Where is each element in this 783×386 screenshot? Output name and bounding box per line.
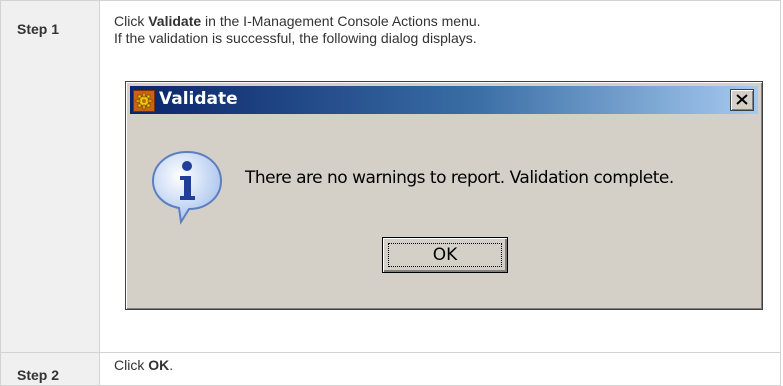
validate-keyword: Validate (148, 13, 202, 29)
step-label-cell: Step 2 (0, 352, 100, 386)
info-icon (151, 150, 223, 225)
step-row-1: Step 1 Click Validate in the I-Managemen… (0, 0, 781, 353)
steps-table: Step 1 Click Validate in the I-Managemen… (0, 0, 781, 386)
step-row-2: Step 2 Click OK. (0, 352, 781, 386)
validate-dialog: Validate There are no warnings to report… (125, 81, 763, 310)
instruction-text: Click (114, 13, 149, 29)
instruction-line: Click OK. (114, 357, 780, 374)
step-body-cell: Click OK. (99, 352, 781, 386)
step-label: Step 2 (17, 367, 60, 383)
close-icon (736, 94, 748, 105)
focus-rect (388, 243, 502, 267)
close-button[interactable] (730, 89, 754, 111)
instruction-text: Click (114, 357, 149, 373)
instruction-text: in the I-Management Console Actions menu… (201, 13, 481, 29)
ok-button[interactable]: OK (382, 237, 508, 273)
step-label-cell: Step 1 (0, 0, 100, 353)
step-label: Step 1 (17, 21, 60, 37)
instruction-text: . (169, 357, 174, 373)
instruction-line: Click Validate in the I-Management Conso… (114, 13, 780, 30)
dialog-titlebar[interactable]: Validate (130, 86, 758, 114)
step-body-cell: Click Validate in the I-Management Conso… (99, 0, 781, 353)
dialog-message: There are no warnings to report. Validat… (245, 168, 674, 188)
dialog-title: Validate (159, 89, 238, 109)
gear-icon (133, 90, 155, 112)
ok-keyword: OK (148, 357, 170, 373)
instruction-line: If the validation is successful, the fol… (114, 30, 477, 46)
